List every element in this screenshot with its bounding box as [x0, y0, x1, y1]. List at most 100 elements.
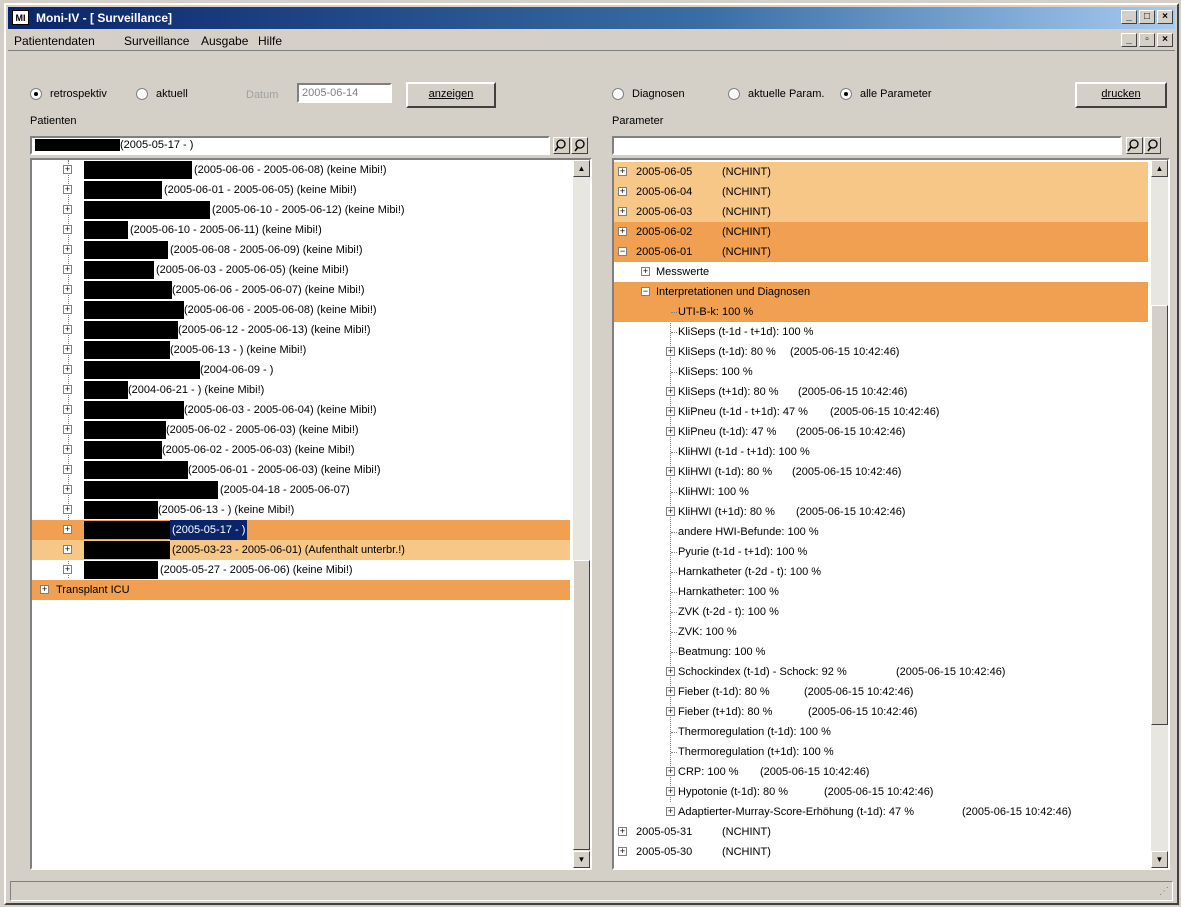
scroll-thumb[interactable] [573, 560, 590, 850]
diagnosis-item[interactable]: + KliHWI (t-1d): 80 % (2005-06-15 10:42:… [614, 462, 1148, 482]
tree-row[interactable]: + (2005-03-23 - 2005-06-01) (Aufenthalt … [32, 540, 570, 560]
expand-plus-icon[interactable]: + [618, 847, 627, 856]
expand-plus-icon[interactable]: + [63, 185, 72, 194]
expand-plus-icon[interactable]: + [63, 245, 72, 254]
mode-retrospektiv-radio[interactable]: retrospektiv [30, 88, 107, 100]
scroll-up-icon[interactable]: ▲ [573, 160, 590, 177]
diagnosis-item[interactable]: + CRP: 100 % (2005-06-15 10:42:46) [614, 762, 1148, 782]
tree-row[interactable]: + (2005-06-03 - 2005-06-05) (keine Mibi!… [32, 260, 570, 280]
diagnosis-item[interactable]: + KliPneu (t-1d - t+1d): 47 % (2005-06-1… [614, 402, 1148, 422]
expand-plus-icon[interactable]: + [63, 265, 72, 274]
expand-plus-icon[interactable]: + [666, 427, 675, 436]
expand-plus-icon[interactable]: + [641, 267, 650, 276]
expand-plus-icon[interactable]: + [618, 227, 627, 236]
parameter-tree[interactable]: + 2005-06-05 (NCHINT) + 2005-06-04 (NCHI… [612, 158, 1170, 870]
tree-row[interactable]: + (2005-06-02 - 2005-06-03) (keine Mibi!… [32, 420, 570, 440]
expand-plus-icon[interactable]: + [63, 305, 72, 314]
menu-hilfe[interactable]: Hilfe [258, 34, 282, 48]
mode-aktuelle-param-radio[interactable]: aktuelle Param. [728, 88, 824, 100]
tree-row[interactable]: + (2005-06-06 - 2005-06-08) (keine Mibi!… [32, 160, 570, 180]
day-row[interactable]: + 2005-06-02 (NCHINT) [614, 222, 1148, 242]
collapse-minus-icon[interactable]: − [641, 287, 650, 296]
search-icon[interactable] [553, 137, 570, 154]
tree-row[interactable]: + (2005-06-01 - 2005-06-03) (keine Mibi!… [32, 460, 570, 480]
diagnosis-item[interactable]: KliHWI (t-1d - t+1d): 100 % [614, 442, 1148, 462]
diagnosis-item[interactable]: KliSeps (t-1d - t+1d): 100 % [614, 322, 1148, 342]
messwerte-row[interactable]: + Messwerte [614, 262, 1148, 282]
diagnosis-item[interactable]: + Fieber (t-1d): 80 % (2005-06-15 10:42:… [614, 682, 1148, 702]
diagnosis-item[interactable]: + Hypotonie (t-1d): 80 % (2005-06-15 10:… [614, 782, 1148, 802]
expand-plus-icon[interactable]: + [63, 405, 72, 414]
expand-plus-icon[interactable]: + [63, 445, 72, 454]
scroll-thumb[interactable] [1151, 305, 1168, 725]
tree-row[interactable]: + (2005-06-13 - ) (keine Mibi!) [32, 340, 570, 360]
parameter-filter-input[interactable] [612, 136, 1122, 155]
mode-aktuell-radio[interactable]: aktuell [136, 88, 188, 100]
expand-plus-icon[interactable]: + [63, 285, 72, 294]
menu-surveillance[interactable]: Surveillance [124, 34, 189, 48]
scroll-down-icon[interactable]: ▼ [1151, 851, 1168, 868]
tree-row-selected[interactable]: + (2005-05-17 - ) [32, 520, 570, 540]
tree-row[interactable]: + (2004-06-09 - ) [32, 360, 570, 380]
tree-row[interactable]: + (2005-06-06 - 2005-06-08) (keine Mibi!… [32, 300, 570, 320]
day-row[interactable]: + 2005-06-04 (NCHINT) [614, 182, 1148, 202]
close-button[interactable]: × [1157, 10, 1173, 24]
expand-plus-icon[interactable]: + [666, 507, 675, 516]
expand-plus-icon[interactable]: + [618, 827, 627, 836]
diagnosis-item[interactable]: ZVK (t-2d - t): 100 % [614, 602, 1148, 622]
diagnosis-item[interactable]: Pyurie (t-1d - t+1d): 100 % [614, 542, 1148, 562]
interpretationen-row[interactable]: − Interpretationen und Diagnosen [614, 282, 1148, 302]
expand-plus-icon[interactable]: + [618, 187, 627, 196]
tree-row[interactable]: + (2004-06-21 - ) (keine Mibi!) [32, 380, 570, 400]
diagnosis-item[interactable]: + KliPneu (t-1d): 47 % (2005-06-15 10:42… [614, 422, 1148, 442]
day-row[interactable]: + 2005-06-05 (NCHINT) [614, 162, 1148, 182]
mdi-minimize-button[interactable]: _ [1121, 33, 1137, 47]
tree-row[interactable]: + (2005-06-10 - 2005-06-12) (keine Mibi!… [32, 200, 570, 220]
mdi-restore-button[interactable]: ▫ [1139, 33, 1155, 47]
diagnosis-item[interactable]: Thermoregulation (t+1d): 100 % [614, 742, 1148, 762]
patient-filter-input[interactable]: (2005-05-17 - ) [30, 136, 550, 155]
diagnosis-item[interactable]: + KliHWI (t+1d): 80 % (2005-06-15 10:42:… [614, 502, 1148, 522]
diagnosis-item[interactable]: UTI-B-k: 100 % [614, 302, 1148, 322]
tree-row[interactable]: + (2005-06-06 - 2005-06-07) (keine Mibi!… [32, 280, 570, 300]
parameter-tree-scrollbar[interactable]: ▲ ▼ [1151, 160, 1168, 868]
mode-alle-parameter-radio[interactable]: alle Parameter [840, 88, 932, 100]
expand-plus-icon[interactable]: + [666, 767, 675, 776]
search-icon[interactable] [1126, 137, 1143, 154]
expand-plus-icon[interactable]: + [666, 787, 675, 796]
diagnosis-item[interactable]: Thermoregulation (t-1d): 100 % [614, 722, 1148, 742]
anzeigen-button[interactable]: anzeigen [406, 82, 496, 108]
expand-plus-icon[interactable]: + [666, 347, 675, 356]
expand-plus-icon[interactable]: + [63, 485, 72, 494]
diagnosis-item[interactable]: + KliSeps (t+1d): 80 % (2005-06-15 10:42… [614, 382, 1148, 402]
diagnosis-item[interactable]: KliSeps: 100 % [614, 362, 1148, 382]
minimize-button[interactable]: _ [1121, 10, 1137, 24]
expand-plus-icon[interactable]: + [63, 545, 72, 554]
tree-row[interactable]: + (2005-06-08 - 2005-06-09) (keine Mibi!… [32, 240, 570, 260]
date-input[interactable]: 2005-06-14 [297, 83, 392, 103]
tree-row-ward[interactable]: + Transplant ICU [32, 580, 570, 600]
tree-row[interactable]: + (2005-06-01 - 2005-06-05) (keine Mibi!… [32, 180, 570, 200]
day-row[interactable]: + 2005-06-03 (NCHINT) [614, 202, 1148, 222]
day-row[interactable]: + 2005-05-31 (NCHINT) [614, 822, 1148, 842]
diagnosis-item[interactable]: Harnkatheter (t-2d - t): 100 % [614, 562, 1148, 582]
diagnosis-item[interactable]: + Fieber (t+1d): 80 % (2005-06-15 10:42:… [614, 702, 1148, 722]
expand-plus-icon[interactable]: + [666, 687, 675, 696]
menu-ausgabe[interactable]: Ausgabe [201, 34, 248, 48]
expand-plus-icon[interactable]: + [666, 667, 675, 676]
expand-plus-icon[interactable]: + [666, 707, 675, 716]
search-next-icon[interactable] [1144, 137, 1161, 154]
expand-plus-icon[interactable]: + [618, 207, 627, 216]
expand-plus-icon[interactable]: + [63, 165, 72, 174]
diagnosis-item[interactable]: Harnkatheter: 100 % [614, 582, 1148, 602]
expand-plus-icon[interactable]: + [666, 807, 675, 816]
patient-tree[interactable]: + (2005-06-06 - 2005-06-08) (keine Mibi!… [30, 158, 592, 870]
mdi-close-button[interactable]: × [1157, 33, 1173, 47]
expand-plus-icon[interactable]: + [63, 325, 72, 334]
diagnosis-item[interactable]: ZVK: 100 % [614, 622, 1148, 642]
expand-plus-icon[interactable]: + [63, 205, 72, 214]
diagnosis-item[interactable]: KliHWI: 100 % [614, 482, 1148, 502]
collapse-minus-icon[interactable]: − [618, 247, 627, 256]
tree-row[interactable]: + (2005-05-27 - 2005-06-06) (keine Mibi!… [32, 560, 570, 580]
expand-plus-icon[interactable]: + [63, 465, 72, 474]
